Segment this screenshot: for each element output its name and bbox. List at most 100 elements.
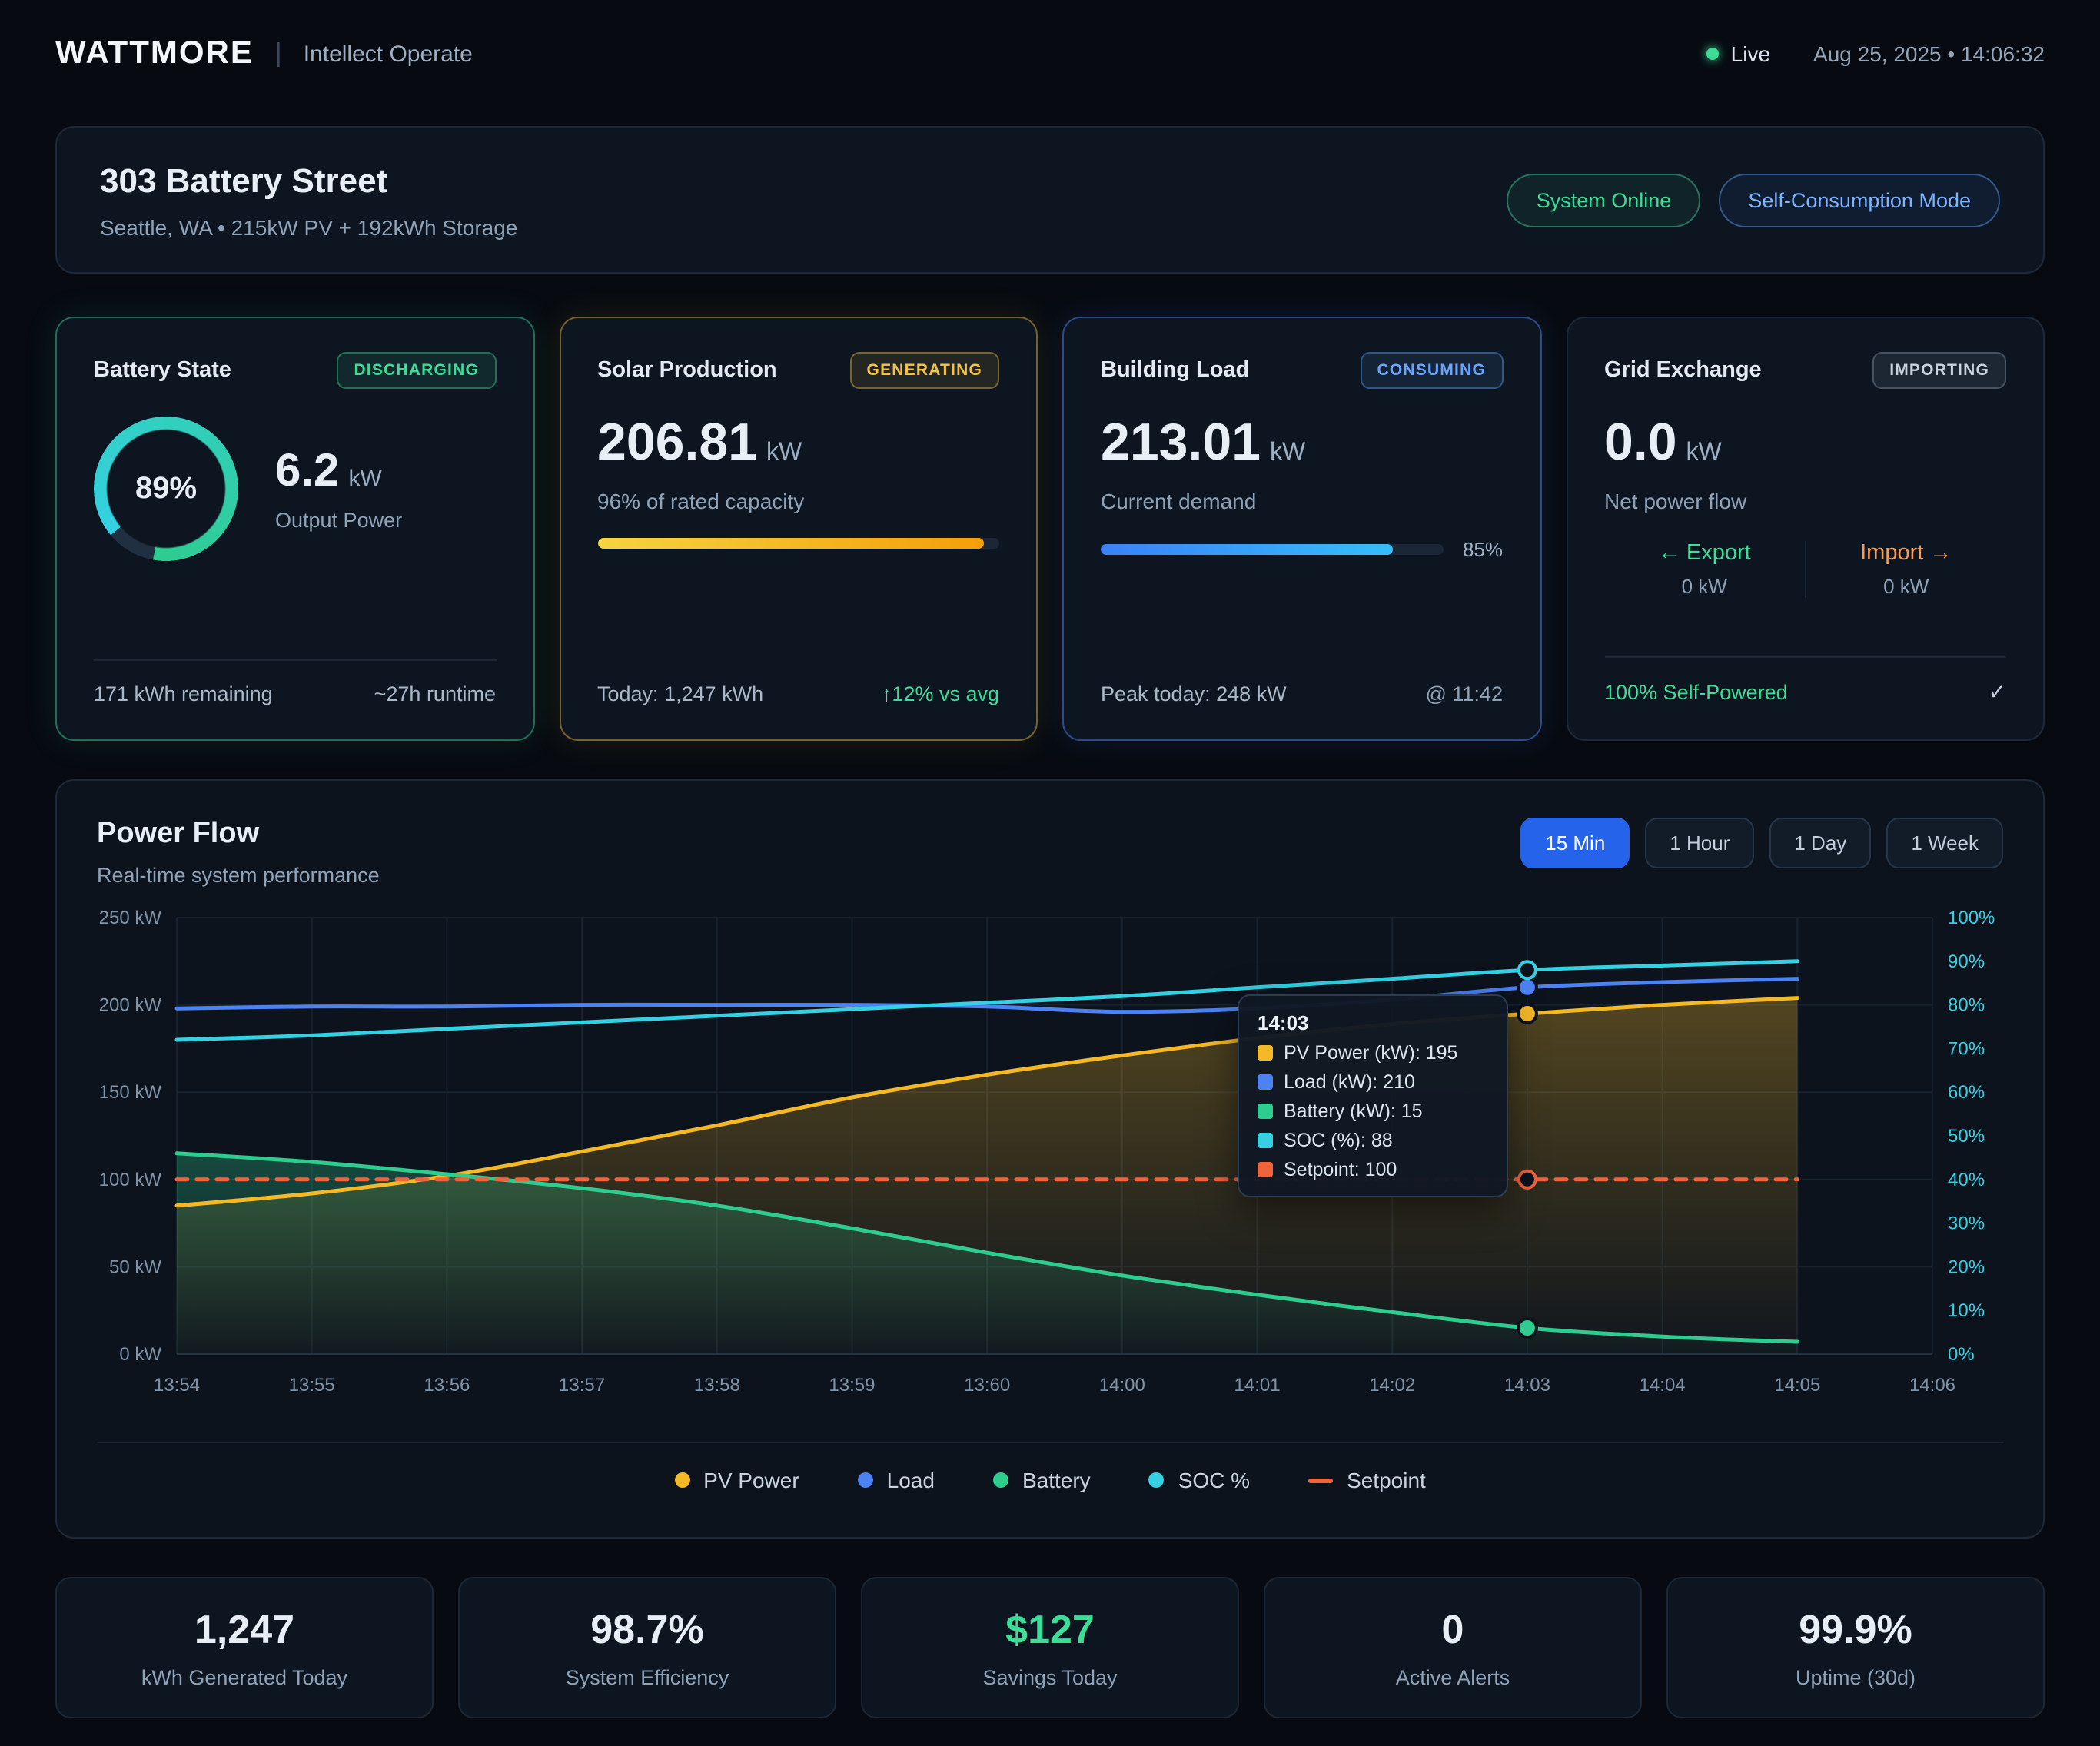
legend-label: Load [887, 1468, 935, 1492]
battery-card-header: Battery State DISCHARGING [94, 352, 496, 389]
svg-text:10%: 10% [1948, 1300, 1985, 1321]
legend-label: PV Power [703, 1468, 799, 1492]
grid-card-divider [1604, 656, 2006, 658]
app-header: WATTMORE | Intellect Operate Live Aug 25… [55, 0, 2045, 108]
live-label: Live [1731, 41, 1770, 66]
svg-text:250 kW: 250 kW [99, 908, 162, 928]
summary-stats-row: 1,247 kWh Generated Today 98.7%System Effi… [55, 1577, 2045, 1718]
summary-stat-label: kWh Generated Today [72, 1666, 417, 1689]
svg-text:13:60: 13:60 [964, 1375, 1010, 1396]
tooltip-series-swatch [1258, 1104, 1273, 1119]
svg-text:70%: 70% [1948, 1038, 1985, 1059]
svg-text:100%: 100% [1948, 908, 1995, 928]
battery-soc-gauge: 89% [94, 417, 238, 561]
live-dot-icon [1706, 48, 1719, 60]
power-flow-titles: Power Flow Real-time system performance [97, 818, 380, 887]
tooltip-row: Battery (kW): 15 [1258, 1100, 1488, 1122]
svg-text:20%: 20% [1948, 1256, 1985, 1277]
svg-text:80%: 80% [1948, 995, 1985, 1016]
grid-import-label: Import → [1806, 541, 2007, 566]
svg-text:13:56: 13:56 [424, 1375, 470, 1396]
summary-stat-label: Active Alerts [1281, 1666, 1625, 1689]
load-value-row: 213.01kW [1101, 413, 1503, 473]
header-right: Live Aug 25, 2025 • 14:06:32 [1706, 41, 2045, 66]
tooltip-row: PV Power (kW): 195 [1258, 1042, 1488, 1064]
power-flow-chart-area: 0 kW50 kW100 kW150 kW200 kW250 kW0%10%20… [97, 899, 2003, 1426]
tooltip-row-text: SOC (%): 88 [1284, 1130, 1393, 1151]
summary-stat-card: 98.7%System Efficiency [458, 1577, 836, 1718]
brand-divider: | [275, 38, 282, 69]
svg-text:60%: 60% [1948, 1082, 1985, 1103]
check-icon: ✓ [1989, 679, 2006, 705]
svg-text:13:59: 13:59 [829, 1375, 875, 1396]
legend-dot-icon [674, 1472, 689, 1488]
summary-stat-label: Uptime (30d) [1683, 1666, 2028, 1689]
range-button-1-hour[interactable]: 1 Hour [1645, 818, 1754, 868]
svg-text:40%: 40% [1948, 1170, 1985, 1190]
range-button-1-day[interactable]: 1 Day [1769, 818, 1871, 868]
svg-text:13:58: 13:58 [694, 1375, 740, 1396]
legend-label: SOC % [1178, 1468, 1250, 1492]
battery-output-value: 6.2 [275, 446, 339, 496]
svg-text:14:05: 14:05 [1774, 1375, 1820, 1396]
legend-dash-icon [1308, 1478, 1333, 1482]
load-progress-label: 85% [1463, 538, 1503, 561]
tooltip-row: Load (kW): 210 [1258, 1071, 1488, 1093]
site-info: 303 Battery Street Seattle, WA • 215kW P… [100, 161, 517, 239]
battery-card-footer: 171 kWh remaining ~27h runtime [94, 682, 496, 705]
svg-text:13:57: 13:57 [559, 1375, 605, 1396]
solar-value-row: 206.81kW [597, 413, 999, 473]
grid-export-block: ← Export 0 kW [1604, 541, 1805, 598]
battery-status-badge: DISCHARGING [337, 352, 496, 389]
summary-stat-label: Savings Today [878, 1666, 1222, 1689]
load-card-footer: Peak today: 248 kW @ 11:42 [1101, 682, 1503, 705]
grid-card-header: Grid Exchange IMPORTING [1604, 352, 2006, 389]
tooltip-row-text: Battery (kW): 15 [1284, 1100, 1423, 1122]
system-online-badge: System Online [1507, 173, 1701, 227]
tooltip-row-text: Load (kW): 210 [1284, 1071, 1415, 1093]
building-load-card: Building Load CONSUMING 213.01kW Current… [1062, 317, 1541, 741]
solar-production-card: Solar Production GENERATING 206.81kW 96%… [559, 317, 1038, 741]
solar-capacity-label: 96% of rated capacity [597, 489, 999, 513]
load-progress-row: 85% [1101, 538, 1503, 561]
load-card-header: Building Load CONSUMING [1101, 352, 1503, 389]
range-button-15-min[interactable]: 15 Min [1520, 818, 1630, 868]
legend-item-battery[interactable]: Battery [993, 1468, 1091, 1492]
power-flow-chart[interactable]: 0 kW50 kW100 kW150 kW200 kW250 kW0%10%20… [97, 899, 2003, 1419]
summary-stat-value: 1,247 [72, 1606, 417, 1654]
solar-progress-row [597, 538, 999, 549]
solar-vs-average: ↑12% vs avg [882, 682, 999, 705]
site-badges: System Online Self-Consumption Mode [1507, 173, 2000, 227]
summary-stat-card: $127Savings Today [861, 1577, 1239, 1718]
svg-text:14:06: 14:06 [1909, 1375, 1955, 1396]
chart-tooltip-time: 14:03 [1258, 1011, 1488, 1034]
chart-legend: PV Power Load Battery SOC % Setpoint [97, 1442, 2003, 1492]
datetime-label: Aug 25, 2025 • 14:06:32 [1813, 41, 2045, 66]
battery-state-card: Battery State DISCHARGING 89% 6.2kW Outp… [55, 317, 534, 741]
battery-runtime: ~27h runtime [374, 682, 496, 705]
summary-stat-value: 0 [1281, 1606, 1625, 1654]
legend-label: Setpoint [1347, 1468, 1426, 1492]
svg-text:200 kW: 200 kW [99, 995, 162, 1016]
load-status-badge: CONSUMING [1361, 352, 1503, 389]
solar-card-header: Solar Production GENERATING [597, 352, 999, 389]
legend-item-pv-power[interactable]: PV Power [674, 1468, 799, 1492]
time-range-selector: 15 Min 1 Hour 1 Day 1 Week [1520, 818, 2003, 868]
range-button-1-week[interactable]: 1 Week [1886, 818, 2003, 868]
battery-output: 6.2kW Output Power [275, 446, 402, 532]
self-consumption-mode-badge[interactable]: Self-Consumption Mode [1719, 173, 2000, 227]
grid-flow-label: Net power flow [1604, 489, 2006, 513]
svg-text:14:01: 14:01 [1234, 1375, 1281, 1396]
grid-import-value: 0 kW [1806, 575, 2007, 598]
load-progress-fill [1101, 544, 1393, 555]
legend-item-soc-[interactable]: SOC % [1149, 1468, 1250, 1492]
solar-card-title: Solar Production [597, 358, 777, 383]
svg-text:0%: 0% [1948, 1344, 1975, 1365]
legend-item-load[interactable]: Load [858, 1468, 935, 1492]
legend-item-setpoint[interactable]: Setpoint [1308, 1468, 1426, 1492]
header-left: WATTMORE | Intellect Operate [55, 35, 473, 72]
load-unit: kW [1270, 440, 1305, 466]
grid-self-powered-label: 100% Self-Powered [1604, 681, 1788, 704]
svg-text:14:02: 14:02 [1369, 1375, 1415, 1396]
site-meta: Seattle, WA • 215kW PV + 192kWh Storage [100, 214, 517, 239]
